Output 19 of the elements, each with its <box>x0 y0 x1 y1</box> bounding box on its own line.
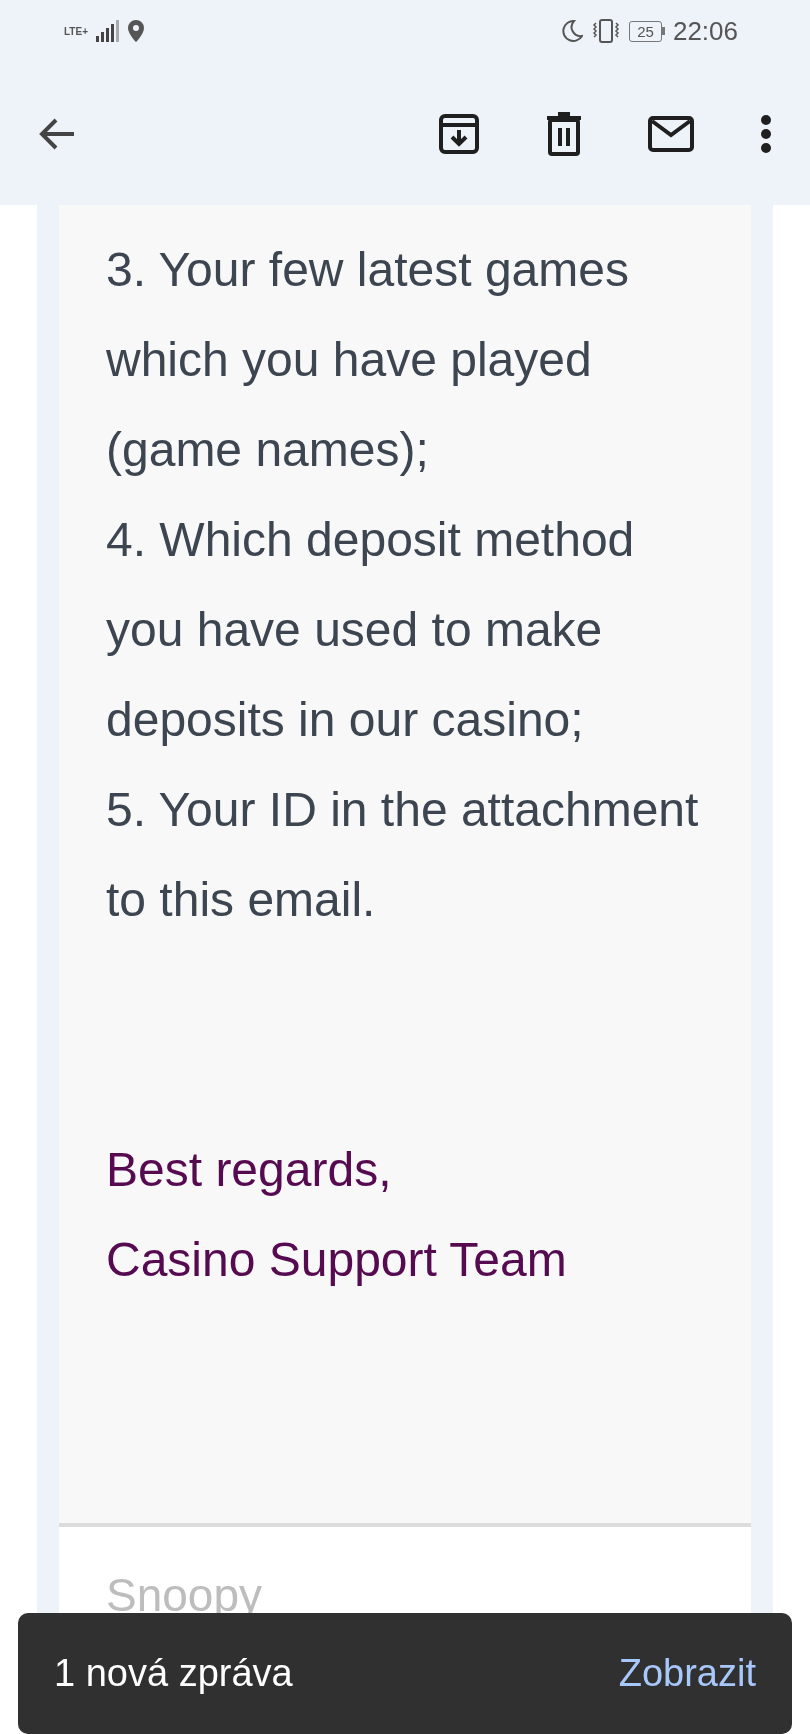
mark-unread-button[interactable] <box>648 115 694 152</box>
archive-button[interactable] <box>438 112 480 155</box>
battery-icon: 25 <box>629 20 665 42</box>
list-item-text: 4. Which deposit method you have used to make deposits in our casino; <box>106 512 636 748</box>
clock-time: 22:06 <box>672 14 738 48</box>
location-icon <box>128 20 144 42</box>
signal-icon <box>96 20 120 42</box>
network-label: LTE+ <box>64 24 88 39</box>
delete-button[interactable] <box>546 111 582 156</box>
moon-icon <box>561 20 584 42</box>
signature-line: Best regards, <box>106 1142 393 1198</box>
vibrate-icon <box>591 19 622 43</box>
list-item-text: 3. Your few latest games which you have played (game names); <box>106 242 630 478</box>
more-options-button[interactable] <box>760 113 772 154</box>
view-button[interactable]: Zobrazit <box>618 1645 756 1702</box>
sender-name: Snoopy <box>106 1569 262 1621</box>
list-item-text: 5. Your ID in the attachment to this email. <box>106 782 700 928</box>
snackbar-message: 1 nová zpráva <box>54 1651 293 1696</box>
signature-line: Casino Support Team <box>106 1232 568 1288</box>
